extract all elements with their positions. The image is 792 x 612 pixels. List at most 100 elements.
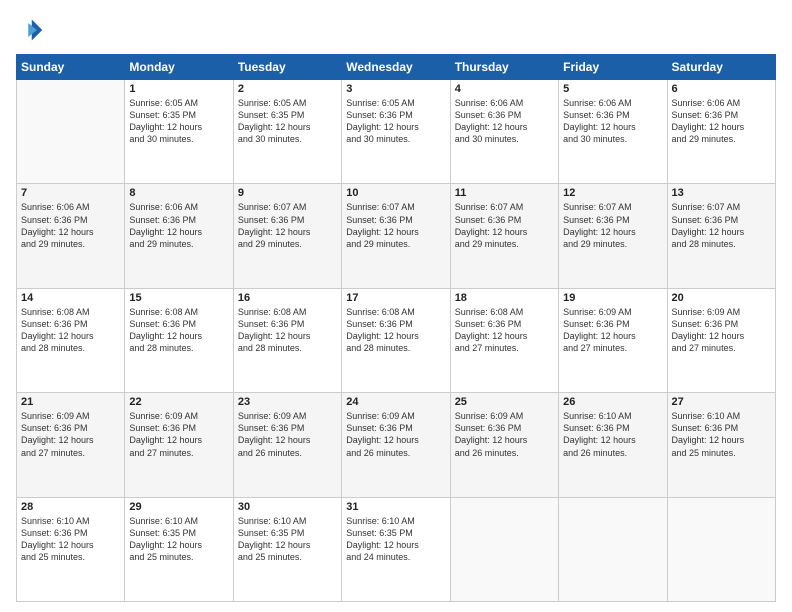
calendar-cell: 24 Sunrise: 6:09 AMSunset: 6:36 PMDayligh… (342, 393, 450, 497)
calendar-cell: 31Sunrise: 6:10 AMSunset: 6:35 PMDayligh… (342, 497, 450, 601)
day-number: 19 (563, 292, 662, 304)
day-info: Sunrise: 6:06 AMSunset: 6:36 PMDaylight:… (672, 97, 771, 146)
calendar-cell: 8 Sunrise: 6:06 AMSunset: 6:36 PMDaylight… (125, 184, 233, 288)
day-info: Sunrise: 6:07 AMSunset: 6:36 PMDaylight:… (346, 201, 445, 250)
day-info: Sunrise: 6:08 AMSunset: 6:36 PMDaylight:… (21, 306, 120, 355)
calendar-cell: 21 Sunrise: 6:09 AMSunset: 6:36 PMDayligh… (17, 393, 125, 497)
day-info: Sunrise: 6:07 AMSunset: 6:36 PMDaylight:… (672, 201, 771, 250)
day-number: 1 (129, 83, 228, 95)
day-number: 28 (21, 501, 120, 513)
calendar-week-row: 14 Sunrise: 6:08 AMSunset: 6:36 PMDayligh… (17, 288, 776, 392)
calendar-cell: 27 Sunrise: 6:10 AMSunset: 6:36 PMDayligh… (667, 393, 775, 497)
day-info: Sunrise: 6:06 AMSunset: 6:36 PMDaylight:… (563, 97, 662, 146)
day-info: Sunrise: 6:10 AMSunset: 6:36 PMDaylight:… (21, 515, 120, 564)
header (16, 16, 776, 44)
day-number: 18 (455, 292, 554, 304)
calendar-cell: 9 Sunrise: 6:07 AMSunset: 6:36 PMDaylight… (233, 184, 341, 288)
day-number: 7 (21, 187, 120, 199)
calendar-cell (450, 497, 558, 601)
day-info: Sunrise: 6:10 AMSunset: 6:36 PMDaylight:… (563, 410, 662, 459)
day-number: 29 (129, 501, 228, 513)
calendar-cell: 28 Sunrise: 6:10 AMSunset: 6:36 PMDayligh… (17, 497, 125, 601)
calendar-cell: 12 Sunrise: 6:07 AMSunset: 6:36 PMDayligh… (559, 184, 667, 288)
day-info: Sunrise: 6:09 AMSunset: 6:36 PMDaylight:… (129, 410, 228, 459)
day-number: 8 (129, 187, 228, 199)
calendar-cell: 3 Sunrise: 6:05 AMSunset: 6:36 PMDaylight… (342, 80, 450, 184)
day-number: 3 (346, 83, 445, 95)
col-thursday: Thursday (450, 55, 558, 80)
calendar: Sunday Monday Tuesday Wednesday Thursday… (16, 54, 776, 602)
day-number: 27 (672, 396, 771, 408)
calendar-cell: 22 Sunrise: 6:09 AMSunset: 6:36 PMDayligh… (125, 393, 233, 497)
calendar-cell (559, 497, 667, 601)
calendar-cell: 16 Sunrise: 6:08 AMSunset: 6:36 PMDayligh… (233, 288, 341, 392)
day-info: Sunrise: 6:08 AMSunset: 6:36 PMDaylight:… (346, 306, 445, 355)
day-number: 5 (563, 83, 662, 95)
calendar-cell: 2 Sunrise: 6:05 AMSunset: 6:35 PMDaylight… (233, 80, 341, 184)
day-number: 16 (238, 292, 337, 304)
col-saturday: Saturday (667, 55, 775, 80)
day-info: Sunrise: 6:09 AMSunset: 6:36 PMDaylight:… (672, 306, 771, 355)
col-monday: Monday (125, 55, 233, 80)
calendar-cell: 14 Sunrise: 6:08 AMSunset: 6:36 PMDayligh… (17, 288, 125, 392)
calendar-cell: 25Sunrise: 6:09 AMSunset: 6:36 PMDayligh… (450, 393, 558, 497)
calendar-cell: 11 Sunrise: 6:07 AMSunset: 6:36 PMDayligh… (450, 184, 558, 288)
day-info: Sunrise: 6:07 AMSunset: 6:36 PMDaylight:… (563, 201, 662, 250)
day-info: Sunrise: 6:09 AMSunset: 6:36 PMDaylight:… (455, 410, 554, 459)
col-tuesday: Tuesday (233, 55, 341, 80)
day-number: 6 (672, 83, 771, 95)
calendar-cell: 1 Sunrise: 6:05 AMSunset: 6:35 PMDaylight… (125, 80, 233, 184)
day-info: Sunrise: 6:09 AMSunset: 6:36 PMDaylight:… (346, 410, 445, 459)
logo-icon (16, 16, 44, 44)
calendar-cell: 17 Sunrise: 6:08 AMSunset: 6:36 PMDayligh… (342, 288, 450, 392)
day-info: Sunrise: 6:05 AMSunset: 6:36 PMDaylight:… (346, 97, 445, 146)
calendar-cell: 30Sunrise: 6:10 AMSunset: 6:35 PMDayligh… (233, 497, 341, 601)
calendar-cell: 10 Sunrise: 6:07 AMSunset: 6:36 PMDayligh… (342, 184, 450, 288)
day-number: 2 (238, 83, 337, 95)
day-info: Sunrise: 6:06 AMSunset: 6:36 PMDaylight:… (129, 201, 228, 250)
day-info: Sunrise: 6:07 AMSunset: 6:36 PMDaylight:… (455, 201, 554, 250)
day-number: 4 (455, 83, 554, 95)
day-number: 22 (129, 396, 228, 408)
calendar-cell: 7 Sunrise: 6:06 AMSunset: 6:36 PMDaylight… (17, 184, 125, 288)
day-info: Sunrise: 6:10 AMSunset: 6:35 PMDaylight:… (346, 515, 445, 564)
day-number: 13 (672, 187, 771, 199)
calendar-cell: 13 Sunrise: 6:07 AMSunset: 6:36 PMDayligh… (667, 184, 775, 288)
calendar-cell: 20 Sunrise: 6:09 AMSunset: 6:36 PMDayligh… (667, 288, 775, 392)
day-number: 17 (346, 292, 445, 304)
calendar-cell: 19 Sunrise: 6:09 AMSunset: 6:36 PMDayligh… (559, 288, 667, 392)
calendar-cell: 15Sunrise: 6:08 AMSunset: 6:36 PMDayligh… (125, 288, 233, 392)
day-number: 14 (21, 292, 120, 304)
calendar-cell: 29 Sunrise: 6:10 AMSunset: 6:35 PMDayligh… (125, 497, 233, 601)
day-info: Sunrise: 6:06 AMSunset: 6:36 PMDaylight:… (21, 201, 120, 250)
day-number: 24 (346, 396, 445, 408)
calendar-week-row: 21 Sunrise: 6:09 AMSunset: 6:36 PMDayligh… (17, 393, 776, 497)
col-wednesday: Wednesday (342, 55, 450, 80)
day-info: Sunrise: 6:09 AMSunset: 6:36 PMDaylight:… (563, 306, 662, 355)
calendar-cell: 6 Sunrise: 6:06 AMSunset: 6:36 PMDaylight… (667, 80, 775, 184)
calendar-week-row: 1 Sunrise: 6:05 AMSunset: 6:35 PMDaylight… (17, 80, 776, 184)
day-info: Sunrise: 6:10 AMSunset: 6:35 PMDaylight:… (129, 515, 228, 564)
day-info: Sunrise: 6:10 AMSunset: 6:35 PMDaylight:… (238, 515, 337, 564)
calendar-cell: 23Sunrise: 6:09 AMSunset: 6:36 PMDayligh… (233, 393, 341, 497)
day-info: Sunrise: 6:08 AMSunset: 6:36 PMDaylight:… (455, 306, 554, 355)
col-friday: Friday (559, 55, 667, 80)
calendar-cell (667, 497, 775, 601)
calendar-week-row: 28 Sunrise: 6:10 AMSunset: 6:36 PMDayligh… (17, 497, 776, 601)
calendar-cell (17, 80, 125, 184)
day-info: Sunrise: 6:08 AMSunset: 6:36 PMDaylight:… (129, 306, 228, 355)
day-number: 20 (672, 292, 771, 304)
day-info: Sunrise: 6:05 AMSunset: 6:35 PMDaylight:… (129, 97, 228, 146)
day-number: 10 (346, 187, 445, 199)
day-number: 21 (21, 396, 120, 408)
day-number: 11 (455, 187, 554, 199)
day-number: 9 (238, 187, 337, 199)
day-number: 12 (563, 187, 662, 199)
day-info: Sunrise: 6:05 AMSunset: 6:35 PMDaylight:… (238, 97, 337, 146)
day-info: Sunrise: 6:09 AMSunset: 6:36 PMDaylight:… (21, 410, 120, 459)
col-sunday: Sunday (17, 55, 125, 80)
day-info: Sunrise: 6:08 AMSunset: 6:36 PMDaylight:… (238, 306, 337, 355)
day-info: Sunrise: 6:06 AMSunset: 6:36 PMDaylight:… (455, 97, 554, 146)
day-info: Sunrise: 6:07 AMSunset: 6:36 PMDaylight:… (238, 201, 337, 250)
day-info: Sunrise: 6:10 AMSunset: 6:36 PMDaylight:… (672, 410, 771, 459)
